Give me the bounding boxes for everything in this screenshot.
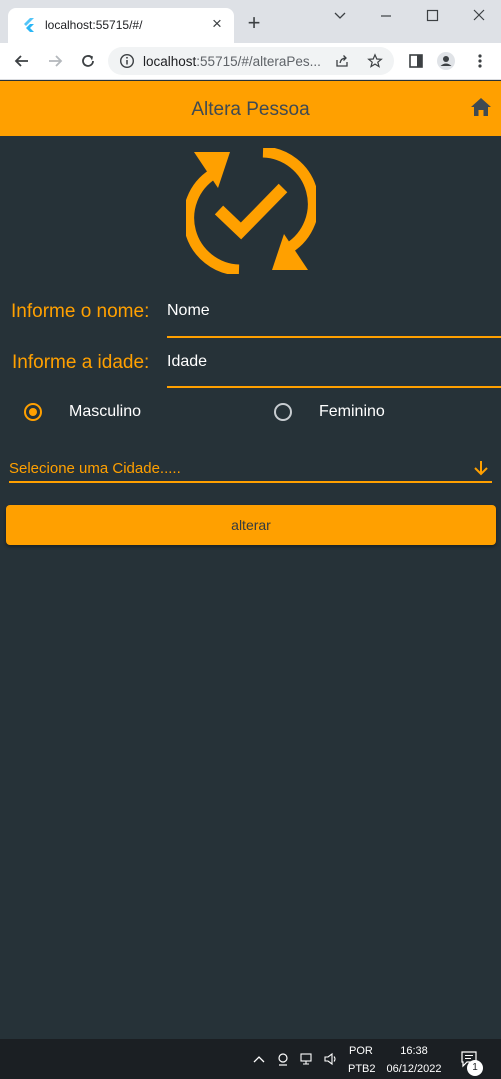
city-dropdown[interactable]: Selecione uma Cidade..... bbox=[9, 460, 181, 477]
webcam-icon[interactable] bbox=[275, 1051, 291, 1067]
info-icon[interactable] bbox=[119, 53, 135, 69]
name-label: Informe o nome: bbox=[11, 301, 150, 322]
reload-icon[interactable] bbox=[78, 51, 98, 71]
back-arrow-icon[interactable] bbox=[12, 51, 32, 71]
tab-close-icon[interactable]: × bbox=[208, 15, 226, 33]
volume-icon[interactable] bbox=[323, 1051, 339, 1067]
alterar-button-label: alterar bbox=[231, 517, 271, 533]
radio-masculino[interactable] bbox=[24, 403, 42, 421]
name-input-underline bbox=[167, 336, 501, 338]
clock-date[interactable]: 06/12/2022 bbox=[382, 1063, 446, 1076]
tab-title: localhost:55715/#/ bbox=[45, 18, 143, 32]
minimize-icon[interactable] bbox=[374, 6, 398, 26]
age-label: Informe a idade: bbox=[12, 352, 150, 373]
keyboard-layout[interactable]: PTB2 bbox=[348, 1063, 376, 1076]
forward-arrow-icon[interactable] bbox=[45, 51, 65, 71]
city-dropdown-underline bbox=[9, 481, 492, 483]
radio-label-feminino[interactable]: Feminino bbox=[319, 403, 385, 421]
notification-count-badge: 1 bbox=[467, 1060, 483, 1076]
age-input[interactable]: Idade bbox=[167, 353, 501, 377]
clock-time[interactable]: 16:38 bbox=[385, 1045, 443, 1058]
share-icon[interactable] bbox=[334, 53, 350, 69]
kebab-menu-icon[interactable] bbox=[470, 51, 490, 71]
age-input-underline bbox=[167, 386, 501, 388]
side-panel-icon[interactable] bbox=[406, 51, 426, 71]
taskbar: POR PTB2 16:38 06/12/2022 bbox=[0, 1039, 501, 1079]
alterar-button[interactable]: alterar bbox=[6, 505, 496, 545]
sync-check-icon bbox=[186, 148, 316, 274]
network-icon[interactable] bbox=[299, 1051, 315, 1067]
app-bar: Altera Pessoa bbox=[0, 81, 501, 136]
arrow-down-icon[interactable] bbox=[472, 459, 490, 477]
maximize-icon[interactable] bbox=[420, 6, 444, 26]
home-icon[interactable] bbox=[470, 97, 492, 117]
new-tab-icon[interactable]: + bbox=[244, 12, 264, 34]
window-close-icon[interactable] bbox=[467, 6, 491, 26]
profile-avatar-icon[interactable] bbox=[436, 51, 456, 71]
chevron-down-icon[interactable] bbox=[328, 6, 352, 26]
flutter-icon bbox=[24, 18, 34, 32]
name-input[interactable]: Nome bbox=[167, 302, 501, 326]
chevron-up-icon[interactable] bbox=[251, 1051, 267, 1067]
input-language[interactable]: POR bbox=[349, 1045, 373, 1058]
address-bar[interactable]: localhost:55715/#/alteraPes... bbox=[108, 47, 394, 75]
page-title: Altera Pessoa bbox=[191, 99, 310, 120]
radio-feminino[interactable] bbox=[274, 403, 292, 421]
radio-label-masculino[interactable]: Masculino bbox=[69, 403, 141, 421]
browser-toolbar: localhost:55715/#/alteraPes... bbox=[0, 43, 501, 80]
browser-tabstrip: localhost:55715/#/ × + bbox=[0, 0, 501, 43]
star-icon[interactable] bbox=[367, 53, 383, 69]
browser-tab[interactable]: localhost:55715/#/ × bbox=[8, 8, 234, 43]
url-text[interactable]: localhost:55715/#/alteraPes... bbox=[143, 54, 321, 69]
